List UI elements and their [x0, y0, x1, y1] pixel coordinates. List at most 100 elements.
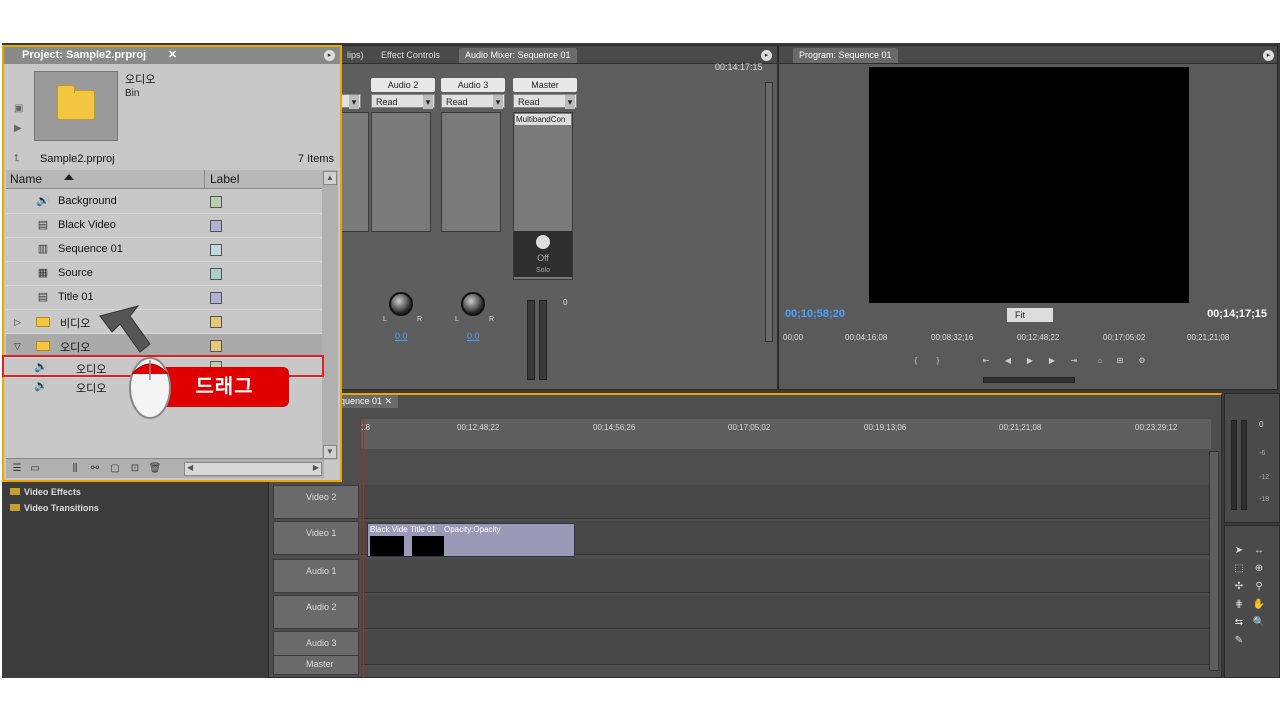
effect-param-knob[interactable]: [536, 235, 550, 249]
mark-out-icon[interactable]: }: [931, 355, 945, 367]
collapse-triangle-icon[interactable]: ▽: [14, 341, 21, 352]
play-icon[interactable]: ▶: [1023, 355, 1037, 367]
column-label-header[interactable]: Label: [210, 172, 239, 186]
list-item-folder[interactable]: ▷ 비디오: [6, 310, 324, 334]
automation-select-audio-2[interactable]: Read: [371, 94, 435, 109]
video-effects-folder[interactable]: Video Effects: [10, 487, 81, 497]
label-swatch[interactable]: [210, 292, 222, 304]
track-select-tool-icon[interactable]: ↔: [1251, 544, 1267, 558]
zoom-fit-select[interactable]: Fit: [1007, 308, 1053, 322]
track-header-audio-1[interactable]: Audio 1: [273, 559, 359, 593]
new-item-icon[interactable]: ⊡: [128, 462, 142, 476]
go-to-in-icon[interactable]: ⇤: [979, 355, 993, 367]
label-swatch[interactable]: [210, 340, 222, 352]
mark-in-icon[interactable]: {: [909, 355, 923, 367]
playhead-timecode[interactable]: 00;10;58;20: [785, 308, 845, 320]
step-forward-icon[interactable]: ▶: [1045, 355, 1059, 367]
up-folder-icon[interactable]: ⮤: [14, 153, 20, 164]
label-swatch[interactable]: [210, 220, 222, 232]
track-video-1[interactable]: Black Vide Title 01 Opacity:Opacity: [361, 521, 1211, 557]
automate-to-sequence-icon[interactable]: ⫼: [68, 462, 82, 476]
pan-value-audio-3[interactable]: 0.0: [467, 331, 480, 341]
automation-select-master[interactable]: Read: [513, 94, 577, 109]
list-view-icon[interactable]: ☰: [10, 462, 24, 476]
sort-ascending-icon[interactable]: [64, 174, 74, 180]
fx-slot-audio-3[interactable]: [441, 112, 501, 232]
scroll-down-icon[interactable]: ▼: [323, 445, 337, 459]
play-thumbnail-icon[interactable]: ▶: [14, 123, 22, 134]
project-vscroll[interactable]: ▲ ▼: [322, 170, 338, 460]
automation-select-audio-1[interactable]: [341, 94, 361, 109]
ripple-edit-tool-icon[interactable]: ⬚: [1231, 562, 1247, 576]
extract-icon[interactable]: ⊞: [1113, 355, 1127, 367]
project-tab[interactable]: Project: Sample2.prproj ✕ ▸: [4, 47, 340, 64]
project-hscroll[interactable]: ◀ ▶: [184, 462, 322, 476]
scroll-left-icon[interactable]: ◀: [187, 463, 193, 472]
column-divider[interactable]: [204, 170, 205, 189]
fx-slot-audio-1[interactable]: [341, 112, 369, 232]
label-swatch[interactable]: [210, 196, 222, 208]
step-back-icon[interactable]: ◀: [1001, 355, 1015, 367]
tab-effect-controls[interactable]: Effect Controls: [375, 48, 446, 63]
razor-tool-icon[interactable]: ⚲: [1251, 580, 1267, 594]
tab-program-monitor[interactable]: Program: Sequence 01: [793, 48, 898, 63]
list-item[interactable]: ▥ Sequence 01: [6, 238, 324, 262]
selection-tool-icon[interactable]: ➤: [1231, 544, 1247, 558]
video-transitions-folder[interactable]: Video Transitions: [10, 503, 99, 513]
go-to-out-icon[interactable]: ⇥: [1067, 355, 1081, 367]
tab-audio-mixer[interactable]: Audio Mixer: Sequence 01: [459, 48, 577, 63]
trash-icon[interactable]: 🗑: [148, 462, 162, 476]
channel-audio-3[interactable]: Audio 3: [441, 78, 505, 92]
slip-tool-icon[interactable]: ⋕: [1231, 598, 1247, 612]
clip-opacity-label[interactable]: Opacity:Opacity: [444, 525, 500, 534]
list-item[interactable]: ▤ Title 01: [6, 286, 324, 310]
pen-tool-icon[interactable]: ✎: [1231, 634, 1247, 648]
pan-knob-audio-2[interactable]: [389, 292, 413, 316]
master-effect-select[interactable]: MultibandCon: [515, 114, 571, 125]
column-name-header[interactable]: Name: [10, 172, 42, 186]
track-audio-3[interactable]: [361, 631, 1211, 665]
label-swatch[interactable]: [210, 244, 222, 256]
timeline-vscroll[interactable]: [1209, 451, 1219, 671]
camera-icon[interactable]: ▣: [14, 103, 23, 114]
automation-select-audio-3[interactable]: Read: [441, 94, 505, 109]
lift-icon[interactable]: ⌂: [1093, 355, 1107, 367]
track-header-video-1[interactable]: Video 1: [273, 521, 359, 555]
zoom-tool-icon[interactable]: 🔍: [1251, 616, 1267, 630]
new-bin-icon[interactable]: ▢: [108, 462, 122, 476]
export-frame-icon[interactable]: ⚙: [1135, 355, 1149, 367]
track-audio-2[interactable]: [361, 595, 1211, 629]
pan-value-audio-2[interactable]: 0.0: [395, 331, 408, 341]
clip-black-video[interactable]: Black Vide Title 01 Opacity:Opacity: [367, 523, 575, 557]
scroll-up-icon[interactable]: ▲: [323, 171, 337, 185]
expand-triangle-icon[interactable]: ▷: [14, 317, 21, 328]
channel-master[interactable]: Master: [513, 78, 577, 92]
tab-source-clips[interactable]: lips): [341, 48, 370, 63]
fx-slot-master[interactable]: MultibandCon Off Solo: [513, 112, 573, 280]
track-audio-1[interactable]: [361, 559, 1211, 593]
track-header-audio-2[interactable]: Audio 2: [273, 595, 359, 629]
scroll-right-icon[interactable]: ▶: [313, 463, 319, 472]
track-header-video-2[interactable]: Video 2: [273, 485, 359, 519]
track-header-master[interactable]: Master: [273, 655, 359, 675]
list-item[interactable]: 🔊 Background: [6, 190, 324, 214]
track-video-2[interactable]: [361, 485, 1211, 519]
panel-menu-icon[interactable]: ▸: [324, 50, 335, 61]
timeline-ruler[interactable]: 18 00;12;48;22 00;14;56;26 00;17;05;02 0…: [361, 419, 1211, 449]
jog-shuttle[interactable]: [983, 377, 1075, 383]
mixer-scrollbar[interactable]: [765, 82, 773, 342]
program-ruler[interactable]: 00;00 00;04;16;08 00;08;32;16 00;12;48;2…: [783, 333, 1273, 347]
master-fader-right[interactable]: [539, 300, 547, 380]
list-item[interactable]: ▤ Black Video: [6, 214, 324, 238]
rate-stretch-tool-icon[interactable]: ✣: [1231, 580, 1247, 594]
channel-audio-2[interactable]: Audio 2: [371, 78, 435, 92]
list-item[interactable]: ▦ Source: [6, 262, 324, 286]
hand-tool-icon[interactable]: ✋: [1251, 598, 1267, 612]
slide-tool-icon[interactable]: ⇆: [1231, 616, 1247, 630]
panel-menu-icon[interactable]: ▸: [761, 50, 772, 61]
fx-slot-audio-2[interactable]: [371, 112, 431, 232]
label-swatch[interactable]: [210, 268, 222, 280]
master-fader-left[interactable]: [527, 300, 535, 380]
close-icon[interactable]: ✕: [168, 48, 177, 61]
pan-knob-audio-3[interactable]: [461, 292, 485, 316]
